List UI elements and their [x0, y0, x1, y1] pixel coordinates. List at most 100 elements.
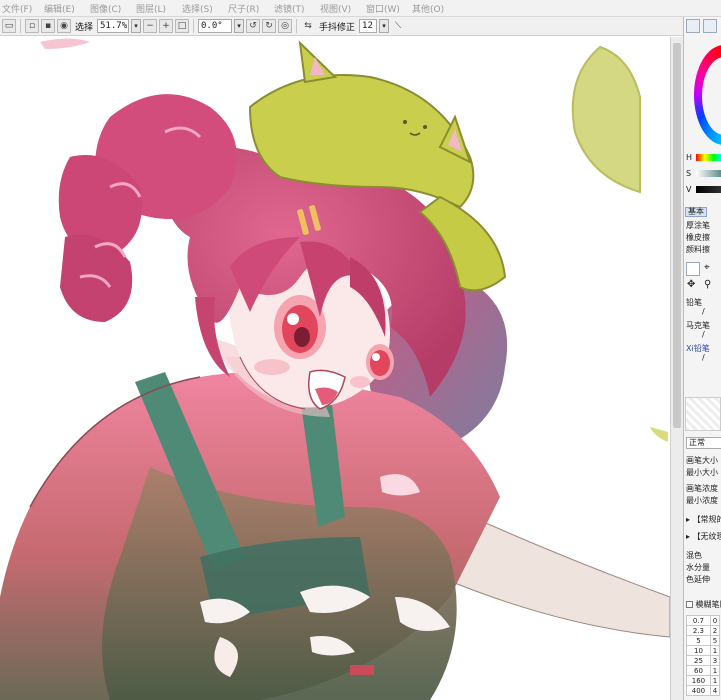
- table-cell[interactable]: 1: [709, 645, 721, 656]
- menu-window[interactable]: 窗口(W): [364, 2, 410, 15]
- deselect-icon[interactable]: ▫: [25, 19, 39, 33]
- table-cell[interactable]: 5: [686, 635, 711, 646]
- table-row[interactable]: 25 3: [686, 655, 721, 666]
- section-normal[interactable]: ▸ 【常规的: [686, 514, 721, 525]
- param-min-density: 最小浓度: [686, 496, 718, 505]
- artwork: [0, 38, 670, 700]
- menu-filter[interactable]: 滤镜(T): [272, 2, 318, 15]
- drawing-canvas[interactable]: [0, 37, 670, 700]
- selection-mode-icon[interactable]: ▭: [2, 19, 16, 33]
- toolbar: ▭ ▫ ▪ ◉ 选择 51.7% ▾ − + □ 0.0° ▾ ↺ ↻ ◎ ⇆ …: [0, 17, 684, 36]
- blur-pressure-checkbox[interactable]: [686, 601, 693, 608]
- section-normal-label: 【常规的: [692, 515, 721, 524]
- table-cell[interactable]: 2.3: [686, 625, 711, 636]
- rotate-left-icon[interactable]: ↺: [246, 19, 261, 33]
- table-row[interactable]: 10 1: [686, 645, 721, 656]
- color-wheel-tab-icon[interactable]: [686, 19, 700, 33]
- pencil-icon: /: [702, 307, 705, 316]
- brush-item[interactable]: 橡皮擦: [686, 232, 710, 243]
- visibility-icon[interactable]: ◉: [57, 19, 71, 33]
- blend-mode-select[interactable]: 正常: [686, 437, 721, 449]
- stabilizer-label: 手抖修正: [319, 22, 356, 33]
- table-cell[interactable]: 160: [686, 675, 711, 686]
- move-tool-icon[interactable]: ✥: [687, 279, 695, 290]
- saturation-label: S: [686, 169, 692, 178]
- table-row[interactable]: 55: [686, 635, 721, 646]
- param-mix: 混色: [686, 551, 702, 560]
- saturation-slider[interactable]: [696, 170, 721, 177]
- xi-pencil-icon: /: [702, 353, 705, 362]
- param-min-size: 最小大小: [686, 468, 718, 477]
- menu-layer[interactable]: 图层(L): [134, 2, 180, 15]
- menu-select[interactable]: 选择(S): [180, 2, 226, 15]
- zoom-in-icon[interactable]: +: [159, 19, 174, 33]
- divider: [296, 19, 298, 33]
- table-row[interactable]: 60 1: [686, 665, 721, 676]
- hue-slider[interactable]: [696, 154, 721, 161]
- table-cell[interactable]: 60: [686, 665, 711, 676]
- invert-selection-icon[interactable]: ▪: [41, 19, 55, 33]
- zoom-reset-icon[interactable]: □: [175, 19, 190, 33]
- rotate-right-icon[interactable]: ↻: [262, 19, 277, 33]
- tool-xi-pencil[interactable]: Xi铅笔: [686, 343, 710, 354]
- select-label: 选择: [75, 22, 94, 33]
- stabilizer-dropdown-icon[interactable]: ▾: [379, 19, 390, 33]
- table-row[interactable]: 0.7 0: [686, 615, 721, 626]
- brush-size-table: 0.7 0 2.3 2 55 10 1 25 3 60 1 160 1 400 4: [686, 615, 721, 696]
- zoom-dropdown-icon[interactable]: ▾: [131, 19, 142, 33]
- brush-tab-basic[interactable]: 基本: [685, 207, 707, 217]
- rotate-dropdown-icon[interactable]: ▾: [234, 19, 245, 33]
- zoom-tool-icon[interactable]: ⚲: [704, 279, 711, 290]
- vertical-scrollbar[interactable]: [670, 37, 683, 700]
- table-row[interactable]: 400 4: [686, 685, 721, 696]
- param-color-extend: 色延伸: [686, 575, 710, 584]
- rotate-reset-icon[interactable]: ◎: [278, 19, 293, 33]
- zoom-field[interactable]: 51.7%: [97, 19, 130, 33]
- blur-pressure-label: 模糊笔压: [695, 600, 721, 609]
- value-slider[interactable]: [696, 186, 721, 193]
- line-tool-icon[interactable]: ⟍: [391, 19, 405, 33]
- table-cell[interactable]: 1: [709, 675, 721, 686]
- menu-file[interactable]: 文件(F): [0, 2, 42, 15]
- table-cell[interactable]: 0: [709, 615, 721, 626]
- rotate-field[interactable]: 0.0°: [198, 19, 233, 33]
- table-cell[interactable]: 400: [686, 685, 711, 696]
- table-row[interactable]: 160 1: [686, 675, 721, 686]
- scrollbar-thumb[interactable]: [673, 43, 681, 428]
- section-no-texture-label: 【无纹理: [692, 532, 721, 541]
- table-cell[interactable]: 0.7: [686, 615, 711, 626]
- zoom-out-icon[interactable]: −: [143, 19, 158, 33]
- tool-marker[interactable]: 马克笔: [686, 320, 710, 331]
- table-cell[interactable]: 5: [709, 635, 721, 646]
- menu-edit[interactable]: 编辑(E): [42, 2, 88, 15]
- brush-item[interactable]: 颜料擦: [686, 244, 710, 255]
- table-cell[interactable]: 3: [709, 655, 721, 666]
- menu-ruler[interactable]: 尺子(R): [226, 2, 272, 15]
- marker-icon: /: [702, 330, 705, 339]
- value-label: V: [686, 185, 692, 194]
- divider: [20, 19, 21, 33]
- param-water: 水分量: [686, 563, 710, 572]
- brush-item[interactable]: 厚涂笔: [686, 220, 710, 231]
- lasso-tool-icon[interactable]: ⌖: [704, 262, 710, 273]
- table-cell[interactable]: 10: [686, 645, 711, 656]
- table-cell[interactable]: 4: [709, 685, 721, 696]
- table-row[interactable]: 2.3 2: [686, 625, 721, 636]
- tool-pencil[interactable]: 铅笔: [686, 297, 702, 308]
- table-cell[interactable]: 1: [709, 665, 721, 676]
- table-cell[interactable]: 25: [686, 655, 711, 666]
- hue-label: H: [686, 153, 693, 162]
- color-slider-tab-icon[interactable]: [703, 19, 717, 33]
- blur-pressure[interactable]: 模糊笔压: [686, 599, 721, 610]
- menu-other[interactable]: 其他(O): [410, 2, 456, 15]
- menu-view[interactable]: 视图(V): [318, 2, 364, 15]
- select-tool-icon[interactable]: [686, 262, 700, 276]
- param-brush-density: 画笔浓度: [686, 484, 718, 493]
- menu-bar: 文件(F) 编辑(E) 图像(C) 图层(L) 选择(S) 尺子(R) 滤镜(T…: [0, 0, 721, 17]
- table-cell[interactable]: 2: [709, 625, 721, 636]
- section-no-texture[interactable]: ▸ 【无纹理: [686, 531, 721, 542]
- flip-horizontal-icon[interactable]: ⇆: [301, 19, 315, 33]
- stabilizer-field[interactable]: 12: [359, 19, 378, 33]
- param-brush-size: 画笔大小: [686, 456, 718, 465]
- menu-image[interactable]: 图像(C): [88, 2, 134, 15]
